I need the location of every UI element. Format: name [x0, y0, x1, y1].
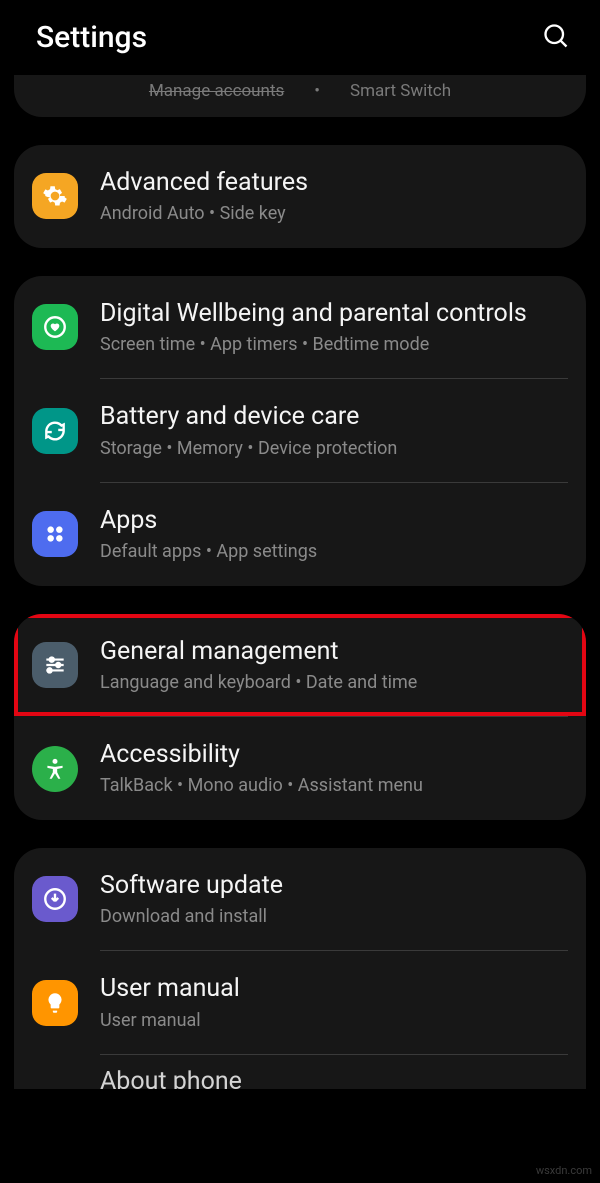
row-title: Apps — [100, 505, 568, 536]
search-icon[interactable] — [542, 22, 570, 54]
settings-group-management: General management Language and keyboard… — [14, 614, 586, 820]
sliders-icon — [32, 642, 78, 688]
settings-group-device: Digital Wellbeing and parental controls … — [14, 276, 586, 586]
row-subtitle: Android Auto • Side key — [100, 202, 568, 225]
settings-row-apps[interactable]: Apps Default apps • App settings — [14, 483, 586, 586]
row-title: User manual — [100, 973, 568, 1004]
row-title: Accessibility — [100, 739, 568, 770]
row-subtitle: Screen time • App timers • Bedtime mode — [100, 333, 568, 356]
row-title: Advanced features — [100, 167, 568, 198]
grid-dots-icon — [32, 511, 78, 557]
row-subtitle: Storage • Memory • Device protection — [100, 437, 568, 460]
heart-target-icon — [32, 304, 78, 350]
settings-group-accounts-partial: Manage accounts • Smart Switch — [14, 75, 586, 117]
settings-row-about-phone[interactable]: About phone — [14, 1055, 586, 1089]
refresh-icon — [32, 408, 78, 454]
download-icon — [32, 876, 78, 922]
settings-row-battery-device-care[interactable]: Battery and device care Storage • Memory… — [14, 379, 586, 482]
row-title: Battery and device care — [100, 401, 568, 432]
settings-header: Settings — [0, 0, 600, 75]
settings-group-about: Software update Download and install Use… — [14, 848, 586, 1089]
row-title: General management — [100, 636, 568, 667]
gear-icon — [32, 173, 78, 219]
accounts-sub-right: Smart Switch — [350, 81, 451, 101]
row-subtitle: Default apps • App settings — [100, 540, 568, 563]
row-subtitle: TalkBack • Mono audio • Assistant menu — [100, 774, 568, 797]
watermark: wsxdn.com — [536, 1164, 592, 1177]
bulb-icon — [32, 980, 78, 1026]
person-icon — [32, 746, 78, 792]
row-subtitle: User manual — [100, 1009, 568, 1032]
settings-row-software-update[interactable]: Software update Download and install — [14, 848, 586, 951]
row-title: About phone — [100, 1066, 568, 1090]
settings-row-user-manual[interactable]: User manual User manual — [14, 951, 586, 1054]
accounts-sub-left: Manage accounts — [149, 81, 284, 101]
page-title: Settings — [36, 20, 147, 55]
settings-group-advanced: Advanced features Android Auto • Side ke… — [14, 145, 586, 248]
accounts-row-partial[interactable]: Manage accounts • Smart Switch — [14, 75, 586, 117]
settings-row-advanced-features[interactable]: Advanced features Android Auto • Side ke… — [14, 145, 586, 248]
row-title: Software update — [100, 870, 568, 901]
settings-row-accessibility[interactable]: Accessibility TalkBack • Mono audio • As… — [14, 717, 586, 820]
settings-row-general-management[interactable]: General management Language and keyboard… — [14, 614, 586, 717]
row-title: Digital Wellbeing and parental controls — [100, 298, 568, 329]
row-subtitle: Language and keyboard • Date and time — [100, 671, 568, 694]
row-subtitle: Download and install — [100, 905, 568, 928]
accounts-sub-sep: • — [314, 81, 320, 101]
settings-row-digital-wellbeing[interactable]: Digital Wellbeing and parental controls … — [14, 276, 586, 379]
